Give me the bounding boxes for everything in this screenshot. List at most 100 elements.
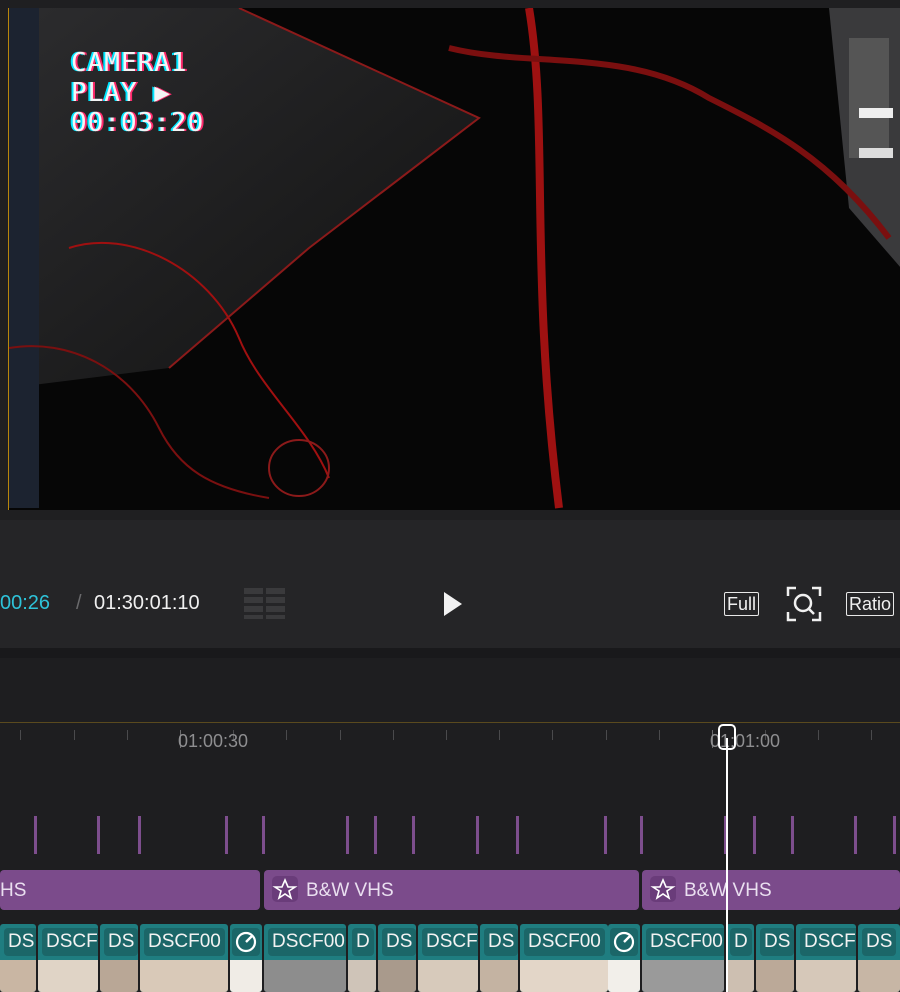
clip-thumbnail [418, 960, 478, 992]
osd-line: CAMERA1 [71, 48, 188, 78]
effect-clip[interactable]: B&W VHS [642, 870, 900, 910]
beat-marker [138, 816, 141, 854]
video-clip-label: DSCF [422, 928, 478, 956]
video-clip[interactable]: DSCF00 [264, 924, 346, 992]
video-clip[interactable]: DS [480, 924, 518, 992]
video-clip-label: DS [484, 928, 518, 956]
clip-thumbnail [858, 960, 900, 992]
ruler-label: 01:00:30 [178, 731, 249, 751]
video-clip[interactable]: DSCF [38, 924, 98, 992]
clip-thumbnail [378, 960, 416, 992]
video-clip[interactable]: DS [756, 924, 794, 992]
ruler-tick [499, 730, 500, 740]
effect-sparkle-icon [650, 876, 676, 902]
video-clip-label: DS [4, 928, 36, 956]
video-clip-label: DSCF00 [144, 928, 225, 956]
clip-thumbnail [608, 960, 640, 992]
ruler-tick [286, 730, 287, 740]
time-separator: / [76, 592, 82, 614]
video-clip-label: DSCF00 [524, 928, 605, 956]
video-clip[interactable]: DSCF [418, 924, 478, 992]
ruler-tick [446, 730, 447, 740]
playhead-handle[interactable] [718, 724, 736, 750]
panel-divider[interactable] [0, 648, 900, 658]
video-clip[interactable]: DS [858, 924, 900, 992]
video-clip-label: D [730, 928, 752, 956]
beat-marker [34, 816, 37, 854]
clip-thumbnail [796, 960, 856, 992]
speed-gauge-icon [232, 928, 260, 956]
clip-thumbnail [100, 960, 138, 992]
clip-thumbnail [520, 960, 608, 992]
video-clip[interactable]: D [726, 924, 754, 992]
clip-thumbnail [0, 960, 36, 992]
effect-clip[interactable]: HS [0, 870, 260, 910]
current-time: 00:26 [0, 592, 51, 614]
video-clip-label: DS [104, 928, 138, 956]
video-clip-label: DSCF00 [268, 928, 346, 956]
beat-marker [604, 816, 607, 854]
clip-thumbnail [230, 960, 262, 992]
video-clip[interactable]: DSCF00 [642, 924, 724, 992]
ruler-tick [552, 730, 553, 740]
video-clip[interactable]: D [348, 924, 376, 992]
video-clip-label: D [352, 928, 374, 956]
ruler-tick [818, 730, 819, 740]
video-clip[interactable]: DSCF00 [140, 924, 228, 992]
beat-marker [374, 816, 377, 854]
video-clip-label: DS [382, 928, 416, 956]
ratio-button[interactable]: Ratio [846, 592, 895, 616]
total-duration: 01:30:01:10 [94, 592, 200, 614]
clip-thumbnail [756, 960, 794, 992]
effect-clip-label: B&W VHS [306, 880, 394, 901]
beat-marker [753, 816, 756, 854]
ruler-tick [606, 730, 607, 740]
ruler-tick [20, 730, 21, 740]
ruler-tick [659, 730, 660, 740]
osd-line: PLAY ▶ [71, 78, 171, 108]
playback-controls [0, 520, 900, 648]
preview-panel: CAMERA1 PLAY ▶ 00:03:20 [0, 0, 900, 520]
beat-marker [412, 816, 415, 854]
layout-grid-icon[interactable] [244, 588, 288, 620]
effect-clip[interactable]: B&W VHS [264, 870, 639, 910]
video-clip-label: DS [862, 928, 897, 956]
vhs-overlay-text: CAMERA1 PLAY ▶ 00:03:20 [71, 48, 204, 138]
video-clip[interactable] [608, 924, 640, 992]
play-button[interactable] [440, 590, 466, 618]
beat-marker [640, 816, 643, 854]
clip-thumbnail [726, 960, 754, 992]
video-clip-label: DSCF00 [646, 928, 724, 956]
speed-gauge-icon [610, 928, 638, 956]
osd-line: 00:03:20 [71, 108, 205, 138]
video-clip-label: DSCF [800, 928, 856, 956]
video-clip[interactable]: DSCF00 [520, 924, 608, 992]
video-clip[interactable]: DS [378, 924, 416, 992]
fullscreen-focus-icon[interactable] [786, 586, 822, 622]
clip-thumbnail [140, 960, 228, 992]
ruler-baseline [0, 722, 900, 723]
clip-thumbnail [38, 960, 98, 992]
beat-marker [854, 816, 857, 854]
video-clip[interactable]: DS [0, 924, 36, 992]
video-clip[interactable]: DSCF [796, 924, 856, 992]
ruler-tick [871, 730, 872, 740]
ruler-tick [74, 730, 75, 740]
clip-thumbnail [480, 960, 518, 992]
beat-marker [262, 816, 265, 854]
beat-marker [893, 816, 896, 854]
clip-thumbnail [348, 960, 376, 992]
video-clip[interactable] [230, 924, 262, 992]
video-preview[interactable]: CAMERA1 PLAY ▶ 00:03:20 [8, 8, 900, 510]
beat-marker [346, 816, 349, 854]
ruler-tick [340, 730, 341, 740]
video-clip[interactable]: DS [100, 924, 138, 992]
effect-sparkle-icon [272, 876, 298, 902]
beat-marker [97, 816, 100, 854]
beat-marker [791, 816, 794, 854]
video-clip-label: DS [760, 928, 794, 956]
ruler-tick [127, 730, 128, 740]
effect-clip-label: HS [0, 880, 27, 901]
playhead-line[interactable] [726, 738, 728, 992]
full-button[interactable]: Full [724, 592, 760, 616]
